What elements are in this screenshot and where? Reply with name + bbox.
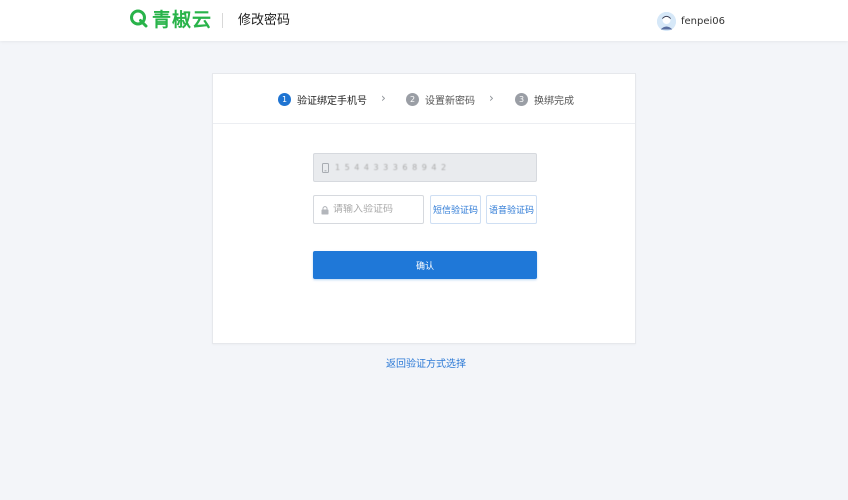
confirm-button[interactable]: 确认 — [313, 251, 537, 279]
verification-card: 1 验证绑定手机号 › 2 设置新密码 › 3 换绑完成 1 5 4 4 3 3… — [212, 73, 636, 344]
user-menu[interactable]: fenpei06 — [657, 11, 725, 31]
q-logo-icon — [129, 8, 149, 32]
progress-steps: 1 验证绑定手机号 › 2 设置新密码 › 3 换绑完成 — [213, 74, 635, 124]
step-verify-phone: 1 验证绑定手机号 — [278, 92, 367, 107]
step-number: 3 — [515, 92, 528, 106]
voice-code-button[interactable]: 语音验证码 — [486, 195, 537, 224]
sms-code-button[interactable]: 短信验证码 — [430, 195, 481, 224]
step-number: 1 — [278, 92, 291, 106]
header-divider — [222, 13, 223, 28]
user-avatar-icon — [657, 11, 676, 31]
lock-icon — [321, 200, 329, 219]
page-title: 修改密码 — [238, 13, 291, 28]
logo-text: 青椒云 — [152, 9, 213, 31]
chevron-right-icon: › — [381, 91, 386, 105]
username: fenpei06 — [681, 15, 726, 27]
step-label: 设置新密码 — [425, 95, 475, 107]
brand-logo[interactable]: 青椒云 — [129, 9, 212, 31]
phone-icon — [322, 158, 329, 177]
chevron-right-icon: › — [489, 91, 494, 105]
step-set-password: 2 设置新密码 — [406, 92, 475, 107]
verification-code-input[interactable] — [333, 204, 421, 215]
phone-field: 1 5 4 4 3 3 3 6 8 9 4 2 — [313, 153, 537, 182]
code-field[interactable] — [313, 195, 424, 224]
back-to-verification-method-link[interactable]: 返回验证方式选择 — [386, 358, 466, 372]
step-complete: 3 换绑完成 — [515, 92, 574, 107]
step-label: 验证绑定手机号 — [297, 95, 367, 107]
step-label: 换绑完成 — [534, 95, 574, 107]
phone-number-value: 1 5 4 4 3 3 3 6 8 9 4 2 — [335, 163, 448, 172]
top-navigation-bar: 青椒云 修改密码 fenpei06 — [0, 0, 848, 41]
step-number: 2 — [406, 92, 419, 106]
